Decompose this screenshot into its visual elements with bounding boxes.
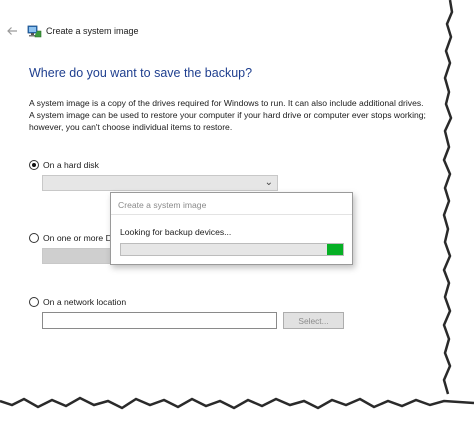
window-title: Create a system image <box>46 26 139 36</box>
next-button[interactable]: Next <box>344 406 394 424</box>
dialog-message: Looking for backup devices... <box>120 227 232 237</box>
cancel-button[interactable]: Cance <box>402 406 452 424</box>
network-label: On a network location <box>43 297 127 307</box>
network-radio[interactable] <box>29 297 39 307</box>
select-button[interactable]: Select... <box>283 312 344 329</box>
title-bar: Create a system image <box>0 20 440 44</box>
network-location-input[interactable] <box>42 312 277 329</box>
page-description: A system image is a copy of the drives r… <box>29 98 426 132</box>
network-option[interactable]: On a network location <box>29 297 126 307</box>
dialog-title: Create a system image <box>118 200 207 210</box>
back-arrow-icon[interactable] <box>6 25 18 37</box>
chevron-down-icon: ⌄ <box>264 177 273 188</box>
system-image-window: Create a system image Where do you want … <box>0 0 474 441</box>
searching-dialog: Create a system image Looking for backup… <box>110 192 353 265</box>
hard-disk-option[interactable]: On a hard disk <box>29 160 99 170</box>
dvd-radio[interactable] <box>29 233 39 243</box>
dvd-option[interactable]: On one or more D <box>29 233 112 243</box>
progress-fill <box>327 244 343 255</box>
hard-disk-dropdown[interactable]: ⌄ <box>42 175 278 191</box>
dialog-divider <box>111 214 352 215</box>
page-heading: Where do you want to save the backup? <box>29 66 253 80</box>
dvd-label: On one or more D <box>43 233 112 243</box>
dvd-dropdown[interactable] <box>42 248 112 264</box>
hard-disk-label: On a hard disk <box>43 160 99 170</box>
hard-disk-radio[interactable] <box>29 160 39 170</box>
torn-edge-right <box>442 0 474 441</box>
progress-bar <box>120 243 344 256</box>
backup-app-icon <box>27 25 42 38</box>
